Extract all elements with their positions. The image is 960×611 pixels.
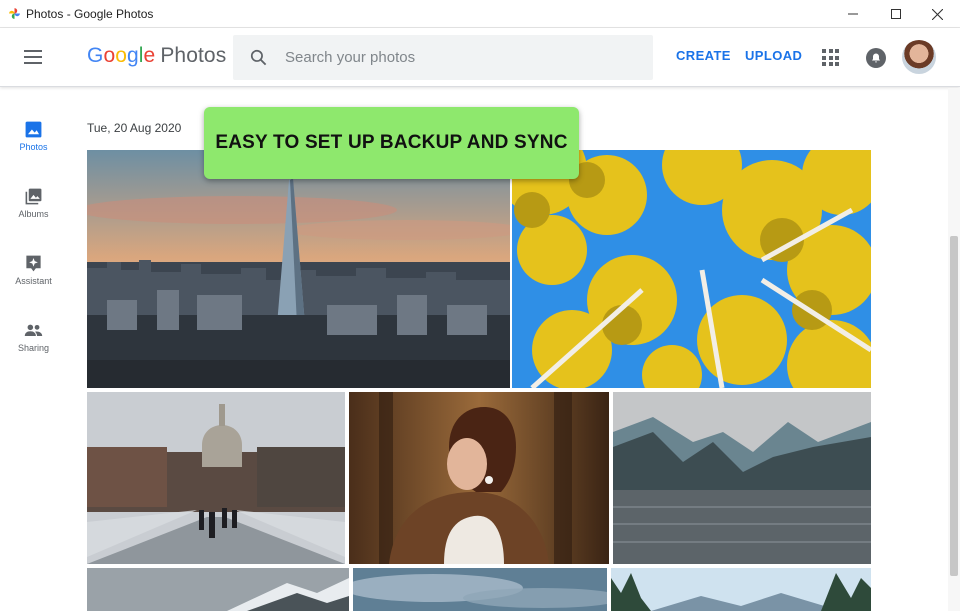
window-title: Photos - Google Photos	[26, 7, 154, 21]
create-button[interactable]: CREATE	[676, 48, 731, 63]
google-photos-app-icon	[9, 8, 20, 19]
photo-icon	[25, 121, 42, 138]
minimize-icon	[848, 13, 858, 15]
assistant-icon	[26, 255, 41, 272]
photo-thumbnail-snowy-mountain[interactable]	[87, 568, 349, 611]
promo-banner: EASY TO SET UP BACKUP AND SYNC	[204, 107, 579, 179]
hamburger-icon	[24, 50, 42, 52]
account-avatar[interactable]	[902, 40, 936, 74]
search-bar[interactable]	[233, 35, 653, 80]
photo-thumbnail-woman-portrait[interactable]	[349, 392, 609, 564]
sidebar-item-sharing[interactable]: Sharing	[0, 311, 67, 371]
app-header: GooglePhotos CREATE UPLOAD	[0, 28, 960, 87]
hamburger-icon-line	[24, 62, 42, 64]
google-photos-logo[interactable]: Google Photos	[87, 44, 226, 68]
sidebar-item-label: Sharing	[17, 343, 50, 353]
close-icon	[931, 8, 943, 20]
sidebar-item-label: Assistant	[15, 276, 52, 286]
photo-image	[353, 568, 607, 611]
main-menu-button[interactable]	[22, 46, 44, 68]
window-titlebar: Photos - Google Photos	[0, 0, 960, 28]
scrollbar[interactable]	[948, 88, 960, 611]
photo-thumbnail-forest-mountains[interactable]	[611, 568, 871, 611]
search-icon[interactable]	[249, 48, 268, 67]
photo-thumbnail-mountain-lake[interactable]	[613, 392, 871, 564]
sidebar-item-label: Albums	[18, 209, 49, 219]
photo-thumbnail-cloudy-sky[interactable]	[353, 568, 607, 611]
scrollbar-thumb[interactable]	[950, 236, 958, 576]
maximize-button[interactable]	[873, 0, 919, 28]
photo-image	[613, 392, 871, 564]
photo-image	[349, 392, 609, 564]
close-button[interactable]	[914, 0, 960, 28]
albums-icon	[25, 188, 42, 205]
minimize-button[interactable]	[830, 0, 876, 28]
sidebar-item-photos[interactable]: Photos	[0, 110, 67, 170]
sidebar-item-albums[interactable]: Albums	[0, 177, 67, 237]
logo-letter: G	[87, 44, 104, 67]
logo-product-name: Photos	[160, 44, 227, 67]
photo-thumbnail-st-pauls-bridge[interactable]	[87, 392, 345, 564]
sidebar-item-label: Photos	[19, 142, 48, 152]
google-apps-icon[interactable]	[822, 49, 839, 66]
bell-icon	[872, 53, 880, 63]
search-input[interactable]	[285, 35, 635, 80]
photo-thumbnail-autumn-trees[interactable]	[512, 150, 871, 388]
logo-letter: o	[115, 44, 127, 67]
date-heading: Tue, 20 Aug 2020	[87, 121, 182, 135]
sharing-icon	[24, 324, 43, 337]
photo-image	[87, 392, 345, 564]
notifications-icon[interactable]	[866, 48, 886, 68]
photo-image	[512, 150, 871, 388]
photo-image	[87, 568, 349, 611]
photo-image	[87, 150, 510, 388]
logo-letter: o	[103, 44, 116, 67]
photo-thumbnail-london-skyline[interactable]	[87, 150, 510, 388]
hamburger-icon-line	[24, 56, 42, 58]
sidebar-item-assistant[interactable]: Assistant	[0, 244, 67, 304]
maximize-icon	[891, 9, 901, 19]
photo-image	[611, 568, 871, 611]
logo-letter: g	[127, 44, 139, 67]
logo-letter: e	[143, 44, 156, 67]
upload-button[interactable]: UPLOAD	[745, 48, 802, 63]
